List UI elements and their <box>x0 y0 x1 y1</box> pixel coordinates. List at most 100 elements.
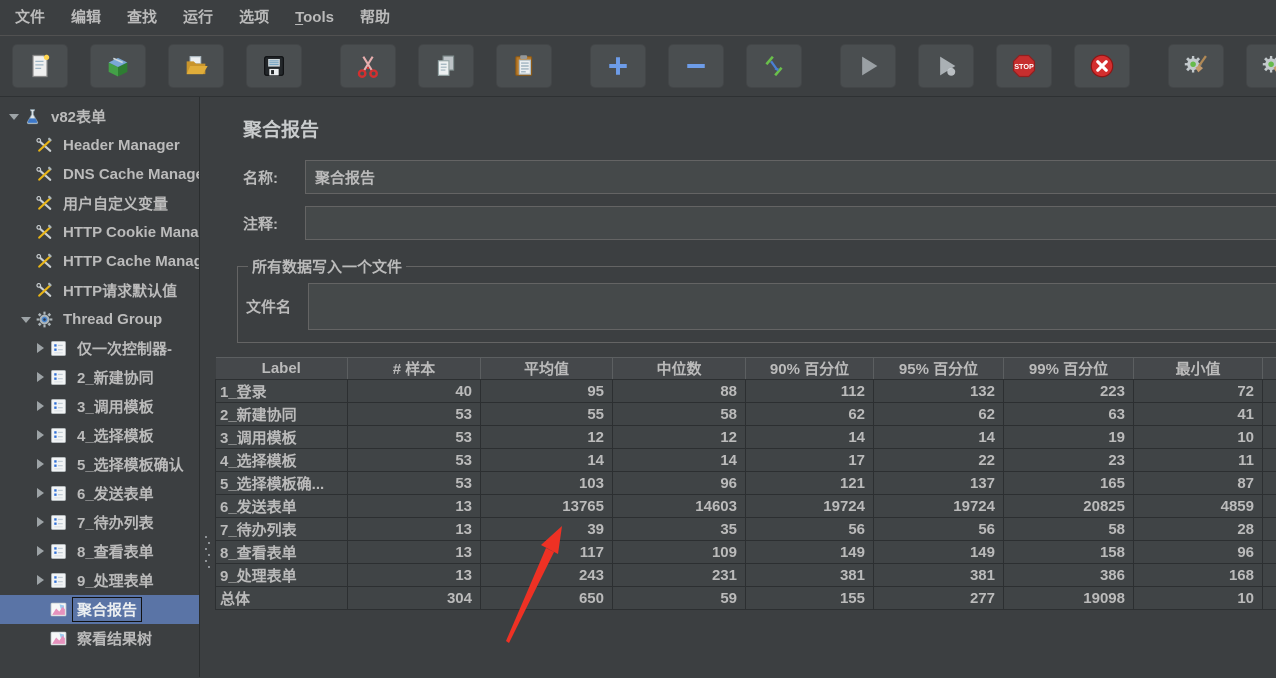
table-cell: 96 <box>1134 541 1263 564</box>
tree-item-step-5[interactable]: 5_选择模板确认 <box>0 450 199 479</box>
table-cell-clipped <box>1263 587 1276 610</box>
expander-spacer <box>31 595 50 624</box>
clean-all-button[interactable] <box>1246 44 1276 88</box>
start-no-pauses-button[interactable] <box>918 44 974 88</box>
table-row[interactable]: 1_登录40958811213222372 <box>216 380 1276 403</box>
expander-open-icon[interactable] <box>17 305 36 334</box>
comment-input[interactable] <box>305 206 1276 240</box>
menu-options[interactable]: 选项 <box>226 1 282 35</box>
tree-item-view-results-tree[interactable]: 察看结果树 <box>0 624 199 653</box>
table-row[interactable]: 总体304650591552771909810 <box>216 587 1276 610</box>
filename-input[interactable] <box>308 283 1276 330</box>
tree-item-test-plan[interactable]: v82表单 <box>0 102 199 131</box>
config-wrench-icon <box>36 282 53 299</box>
tree-item-label: 聚合报告 <box>73 598 141 621</box>
table-row[interactable]: 7_待办列表13393556565828 <box>216 518 1276 541</box>
table-row[interactable]: 3_调用模板53121214141910 <box>216 426 1276 449</box>
tree-item-once-only-controller[interactable]: 仅一次控制器- <box>0 334 199 363</box>
menu-search[interactable]: 查找 <box>114 1 170 35</box>
table-cell: 72 <box>1134 380 1263 403</box>
expander-closed-icon[interactable] <box>31 392 50 421</box>
cut-button[interactable] <box>340 44 396 88</box>
templates-icon <box>104 52 132 80</box>
start-icon <box>854 52 882 80</box>
paste-button[interactable] <box>496 44 552 88</box>
name-label: 名称: <box>243 167 305 188</box>
add-button[interactable] <box>590 44 646 88</box>
column-header: 平均值 <box>481 358 613 380</box>
tree-item-label: 7_待办列表 <box>73 511 158 534</box>
table-cell-clipped <box>1263 472 1276 495</box>
tree-item-step-8[interactable]: 8_查看表单 <box>0 537 199 566</box>
stop-button[interactable]: STOP <box>996 44 1052 88</box>
table-row[interactable]: 9_处理表单13243231381381386168 <box>216 564 1276 587</box>
tree-item-step-2[interactable]: 2_新建协同 <box>0 363 199 392</box>
table-cell: 13765 <box>481 495 613 518</box>
tree-item-label: 6_发送表单 <box>73 482 158 505</box>
save-button[interactable] <box>246 44 302 88</box>
tree-item-dns-cache-manager[interactable]: DNS Cache Manager <box>0 160 199 189</box>
expander-closed-icon[interactable] <box>31 537 50 566</box>
table-cell-clipped <box>1263 380 1276 403</box>
tree-item-step-7[interactable]: 7_待办列表 <box>0 508 199 537</box>
table-cell: 386 <box>1004 564 1134 587</box>
expander-closed-icon[interactable] <box>31 421 50 450</box>
expander-closed-icon[interactable] <box>31 566 50 595</box>
shutdown-button[interactable] <box>1074 44 1130 88</box>
templates-button[interactable] <box>90 44 146 88</box>
table-cell: 96 <box>613 472 746 495</box>
copy-button[interactable] <box>418 44 474 88</box>
expander-closed-icon[interactable] <box>31 479 50 508</box>
tree-item-thread-group[interactable]: Thread Group <box>0 305 199 334</box>
table-cell: 243 <box>481 564 613 587</box>
column-header: # 样本 <box>348 358 481 380</box>
tree-item-aggregate-report[interactable]: 聚合报告 <box>0 595 199 624</box>
table-cell: 22 <box>874 449 1004 472</box>
toggle-button[interactable] <box>746 44 802 88</box>
table-cell: 3_调用模板 <box>216 426 348 449</box>
table-cell: 56 <box>746 518 874 541</box>
table-row[interactable]: 2_新建协同53555862626341 <box>216 403 1276 426</box>
clean-button[interactable] <box>1168 44 1224 88</box>
table-cell: 13 <box>348 564 481 587</box>
expander-closed-icon[interactable] <box>31 508 50 537</box>
menu-tools[interactable]: Tools <box>282 1 347 35</box>
panel-splitter[interactable] <box>200 97 215 677</box>
menu-edit[interactable]: 编辑 <box>58 1 114 35</box>
table-row[interactable]: 4_选择模板53141417222311 <box>216 449 1276 472</box>
table-cell: 58 <box>1004 518 1134 541</box>
new-button[interactable] <box>12 44 68 88</box>
table-cell: 117 <box>481 541 613 564</box>
tree-item-user-defined-variables[interactable]: 用户自定义变量 <box>0 189 199 218</box>
tree-item-http-request-defaults[interactable]: HTTP请求默认值 <box>0 276 199 305</box>
tree-item-step-6[interactable]: 6_发送表单 <box>0 479 199 508</box>
page-title: 聚合报告 <box>243 115 1276 142</box>
menu-file[interactable]: 文件 <box>2 1 58 35</box>
open-button[interactable] <box>168 44 224 88</box>
table-cell: 总体 <box>216 587 348 610</box>
table-cell: 304 <box>348 587 481 610</box>
name-input[interactable] <box>305 160 1276 194</box>
start-button[interactable] <box>840 44 896 88</box>
expander-closed-icon[interactable] <box>31 334 50 363</box>
tree-item-label: 4_选择模板 <box>73 424 158 447</box>
menu-run[interactable]: 运行 <box>170 1 226 35</box>
column-header: 99% 百分位 <box>1004 358 1134 380</box>
tree-item-step-9[interactable]: 9_处理表单 <box>0 566 199 595</box>
expander-closed-icon[interactable] <box>31 363 50 392</box>
table-row[interactable]: 6_发送表单1313765146031972419724208254859 <box>216 495 1276 518</box>
tree-item-step-3[interactable]: 3_调用模板 <box>0 392 199 421</box>
splitter-grip-icon <box>204 535 212 569</box>
menu-help[interactable]: 帮助 <box>347 1 403 35</box>
tree-item-http-cookie-manager[interactable]: HTTP Cookie Manager <box>0 218 199 247</box>
tree-item-header-manager[interactable]: Header Manager <box>0 131 199 160</box>
tree-item-http-cache-manager[interactable]: HTTP Cache Manager <box>0 247 199 276</box>
expander-open-icon[interactable] <box>5 102 24 131</box>
table-cell: 14 <box>874 426 1004 449</box>
expander-closed-icon[interactable] <box>31 450 50 479</box>
table-row[interactable]: 5_选择模板确...531039612113716587 <box>216 472 1276 495</box>
remove-button[interactable] <box>668 44 724 88</box>
table-row[interactable]: 8_查看表单1311710914914915896 <box>216 541 1276 564</box>
toggle-icon <box>760 52 788 80</box>
tree-item-step-4[interactable]: 4_选择模板 <box>0 421 199 450</box>
